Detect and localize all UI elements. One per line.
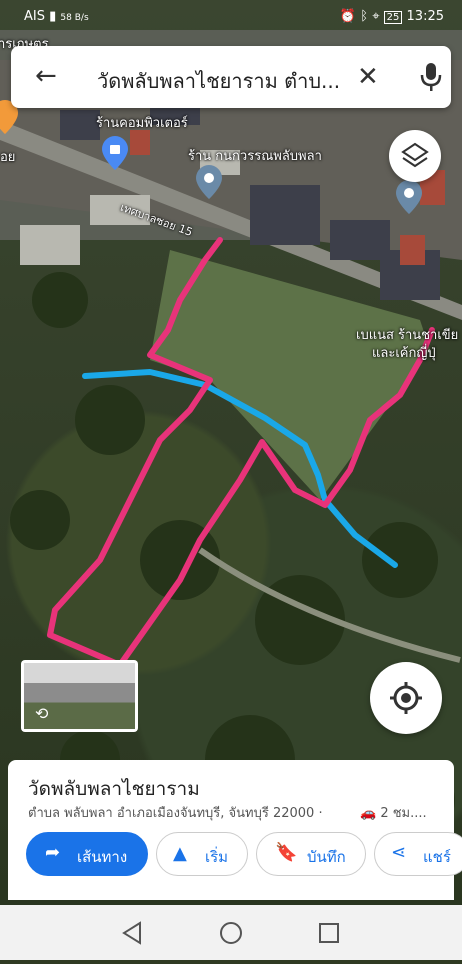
drive-time-label: 2 ชม.... xyxy=(380,806,427,821)
map-label: ร้านคอมพิวเตอร์ xyxy=(96,116,188,131)
network-speed: 58 B/s xyxy=(60,13,89,23)
carrier-label: AIS xyxy=(24,9,45,24)
search-input[interactable]: วัดพลับพลาไชยาราม ตำบ... xyxy=(97,65,349,97)
layers-icon xyxy=(401,142,429,168)
drive-time: 🚗 2 ชม.... xyxy=(360,802,427,823)
start-label: เริ่ม xyxy=(205,848,229,866)
bookmark-icon: 🔖 xyxy=(275,842,298,863)
clock: 13:25 xyxy=(406,9,444,24)
location-icon: ⌖ xyxy=(372,9,380,24)
place-pin-icon[interactable] xyxy=(396,180,422,214)
close-icon[interactable]: ✕ xyxy=(357,62,379,92)
status-left: AIS ▮ 58 B/s xyxy=(24,9,89,24)
search-bar[interactable]: ← วัดพลับพลาไชยาราม ตำบ... ✕ xyxy=(11,46,451,108)
my-location-button[interactable] xyxy=(370,662,442,734)
microphone-icon[interactable] xyxy=(420,62,442,92)
recents-nav-icon[interactable] xyxy=(319,923,339,943)
share-button[interactable]: ⋖ แชร์ xyxy=(374,832,462,876)
map-label: ร้าน กนกวรรณพลับพลา xyxy=(188,149,322,164)
place-title: วัดพลับพลาไชยาราม xyxy=(28,778,200,800)
navigation-arrow-icon: ▲ xyxy=(173,843,187,864)
car-icon: 🚗 xyxy=(360,806,377,821)
place-pin-icon[interactable] xyxy=(196,165,222,199)
share-label: แชร์ xyxy=(423,848,451,866)
home-nav-icon[interactable] xyxy=(220,922,242,944)
battery-level: 25 xyxy=(383,11,403,24)
bluetooth-icon: ᛒ xyxy=(360,9,369,24)
share-icon: ⋖ xyxy=(391,842,407,863)
signal-icon: ▮ xyxy=(49,9,57,24)
place-address: ตำบล พลับพลา อำเภอเมืองจันทบุรี, จันทบุร… xyxy=(28,806,323,821)
rotate-360-icon: ⟲ xyxy=(35,704,49,723)
alarm-icon: ⏰ xyxy=(339,9,357,24)
place-sheet[interactable]: วัดพลับพลาไชยาราม ตำบล พลับพลา อำเภอเมือ… xyxy=(8,760,462,900)
directions-icon: ➦ xyxy=(45,842,61,863)
directions-button[interactable]: ➦ เส้นทาง xyxy=(26,832,148,876)
map-label: อย xyxy=(0,150,16,165)
directions-label: เส้นทาง xyxy=(77,848,128,866)
start-button[interactable]: ▲ เริ่ม xyxy=(156,832,248,876)
map-label: และเค้กญี่ปุ่ xyxy=(372,346,436,361)
back-arrow-icon[interactable]: ← xyxy=(35,63,57,89)
system-nav-bar xyxy=(0,905,462,960)
save-button[interactable]: 🔖 บันทึก xyxy=(256,832,366,876)
layers-button[interactable] xyxy=(389,130,441,182)
shopping-pin-icon[interactable] xyxy=(102,136,128,170)
status-right: ⏰ ᛒ ⌖ 25 13:25 xyxy=(340,9,444,24)
back-nav-icon[interactable] xyxy=(122,921,141,945)
save-label: บันทึก xyxy=(307,848,346,866)
crosshair-icon xyxy=(390,682,422,714)
status-bar: AIS ▮ 58 B/s ⏰ ᛒ ⌖ 25 13:25 xyxy=(0,0,462,34)
street-view-thumbnail[interactable]: ⟲ xyxy=(21,660,138,732)
